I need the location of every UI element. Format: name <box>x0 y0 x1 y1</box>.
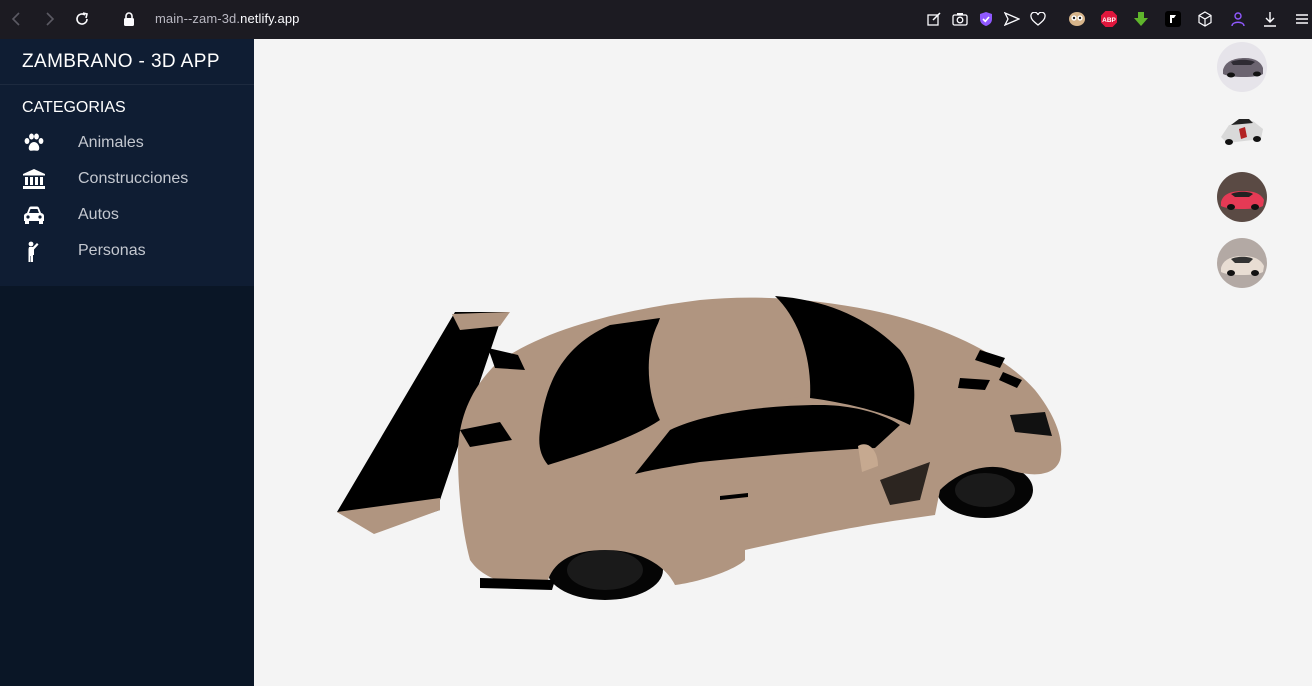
category-menu: CATEGORIAS Animales Construcciones Autos… <box>0 85 254 286</box>
menu-icon[interactable] <box>1293 10 1311 28</box>
back-icon[interactable] <box>6 8 28 30</box>
sidebar: ZAMBRANO - 3D APP CATEGORIAS Animales Co… <box>0 39 254 686</box>
edit-icon[interactable] <box>925 10 943 28</box>
browser-toolbar: main--zam-3d.netlify.app ABP <box>0 0 1312 39</box>
cube-icon[interactable] <box>1196 10 1214 28</box>
sidebar-item-construcciones[interactable]: Construcciones <box>0 161 254 197</box>
account-icon[interactable] <box>1229 10 1247 28</box>
sidebar-item-personas[interactable]: Personas <box>0 233 254 269</box>
download-arrow-icon[interactable] <box>1132 10 1150 28</box>
thumbnail-red-sports-car[interactable] <box>1217 172 1267 222</box>
building-icon <box>23 169 45 189</box>
thumbnail-grey-sports-car[interactable] <box>1217 42 1267 92</box>
lock-icon[interactable] <box>122 11 136 27</box>
shield-icon[interactable] <box>977 10 995 28</box>
thumbnail-beige-sports-car[interactable] <box>1217 238 1267 288</box>
extension-owl-icon[interactable] <box>1068 10 1086 28</box>
adblock-icon[interactable]: ABP <box>1100 10 1118 28</box>
adblock-label: ABP <box>1102 17 1116 24</box>
paw-icon <box>23 133 45 153</box>
person-icon <box>23 241 45 262</box>
url-domain: netlify.app <box>240 11 300 26</box>
url-bar[interactable]: main--zam-3d.netlify.app <box>155 11 300 26</box>
forward-icon[interactable] <box>38 8 60 30</box>
reload-icon[interactable] <box>71 8 93 30</box>
url-prefix: main--zam-3d. <box>155 11 241 26</box>
heart-icon[interactable] <box>1029 10 1047 28</box>
download-icon[interactable] <box>1261 10 1279 28</box>
sidebar-item-label: Animales <box>78 134 144 151</box>
sidebar-item-autos[interactable]: Autos <box>0 197 254 233</box>
camera-icon[interactable] <box>951 10 969 28</box>
categories-heading: CATEGORIAS <box>22 99 126 116</box>
sidebar-item-label: Personas <box>78 242 146 259</box>
sidebar-item-label: Autos <box>78 206 119 223</box>
extension-f-icon[interactable] <box>1164 10 1182 28</box>
3d-car-model[interactable] <box>254 39 1312 686</box>
sidebar-item-animales[interactable]: Animales <box>0 125 254 161</box>
send-icon[interactable] <box>1003 10 1021 28</box>
app-title: ZAMBRANO - 3D APP <box>0 39 254 85</box>
car-icon <box>23 205 45 225</box>
sidebar-item-label: Construcciones <box>78 170 189 187</box>
3d-viewer[interactable] <box>254 39 1312 686</box>
thumbnail-race-car[interactable] <box>1217 107 1267 157</box>
